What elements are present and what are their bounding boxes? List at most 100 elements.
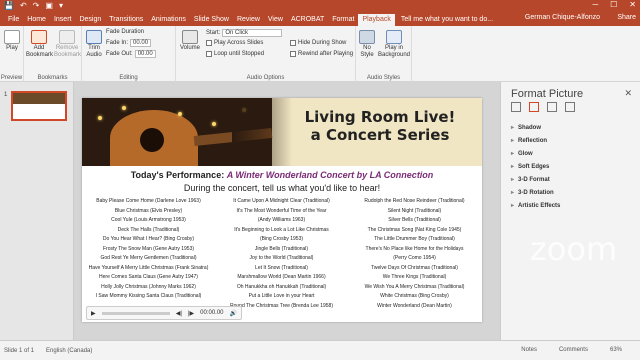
slide-title-line1: Living Room Live! [304, 108, 456, 126]
song-item: Baby Please Come Home (Darlene Love 1963… [96, 198, 201, 204]
tab-animations[interactable]: Animations [147, 14, 190, 26]
notes-button[interactable]: Notes [521, 347, 537, 353]
trim-icon [86, 30, 102, 44]
tab-design[interactable]: Design [75, 14, 105, 26]
play-background-label: Play in Background [378, 45, 411, 58]
share-button[interactable]: Share [617, 14, 636, 21]
tab-review[interactable]: Review [233, 14, 264, 26]
volume-button[interactable]: Volume [178, 30, 202, 52]
effect-section-label: Reflection [518, 138, 548, 144]
add-bookmark-button[interactable]: Add Bookmark [26, 30, 53, 59]
tab-transitions[interactable]: Transitions [105, 14, 147, 26]
hide-row[interactable]: Hide During Show [290, 40, 346, 46]
start-select[interactable]: On Click [222, 29, 283, 37]
tab-view[interactable]: View [264, 14, 287, 26]
song-item: God Rest Ye Merry Gentlemen (Traditional… [100, 255, 197, 261]
minimize-icon[interactable]: ─ [592, 0, 598, 9]
player-back-icon[interactable]: ◀| [176, 310, 182, 317]
fill-line-icon[interactable] [511, 102, 521, 112]
effect-section[interactable]: ▸ Artistic Effects [511, 200, 560, 213]
loop-checkbox[interactable] [206, 51, 212, 57]
effect-section[interactable]: ▸ Soft Edges [511, 161, 560, 174]
song-column-2: It Came Upon A Midnight Clear (Tradition… [215, 197, 348, 311]
tab-insert[interactable]: Insert [50, 14, 76, 26]
player-timeline[interactable] [101, 311, 170, 315]
slide-title-line2: a Concert Series [310, 126, 450, 144]
effects-icon[interactable] [529, 102, 539, 112]
tab-acrobat[interactable]: ACROBAT [287, 14, 328, 26]
undo-icon[interactable]: ↶ [20, 1, 27, 10]
comments-button[interactable]: Comments [559, 347, 588, 353]
effect-section[interactable]: ▸ 3-D Format [511, 174, 560, 187]
tab-home[interactable]: Home [23, 14, 50, 26]
slide-number: 1 [4, 92, 8, 98]
picture-icon[interactable] [565, 102, 575, 112]
slide-thumbnail[interactable] [11, 91, 67, 121]
user-name[interactable]: German Chique-Alfonzo [525, 14, 600, 21]
song-item: Cool Yule (Louis Armstrong 1953) [111, 217, 186, 223]
size-properties-icon[interactable] [547, 102, 557, 112]
status-bar: Slide 1 of 1 English (Canada) Notes Comm… [0, 340, 640, 360]
redo-icon[interactable]: ↷ [33, 1, 40, 10]
volume-icon [182, 30, 198, 44]
maximize-icon[interactable]: ☐ [610, 0, 617, 9]
no-style-button[interactable]: No Style [358, 30, 376, 59]
rewind-checkbox[interactable] [290, 51, 296, 57]
hide-label: Hide During Show [298, 40, 347, 46]
loop-label: Loop until Stopped [214, 51, 265, 57]
fade-in-label: Fade In: [106, 40, 129, 46]
remove-bookmark-button[interactable]: Remove Bookmark [54, 30, 81, 59]
player-forward-icon[interactable]: |▶ [188, 310, 194, 317]
rewind-label: Rewind after Playing [298, 51, 354, 57]
ribbon-tabs: File Home Insert Design Transitions Anim… [0, 12, 640, 26]
effect-section[interactable]: ▸ Glow [511, 148, 560, 161]
expand-arrow-icon: ▸ [511, 138, 515, 144]
zoom-level[interactable]: 63% [610, 347, 622, 353]
close-window-icon[interactable]: ✕ [629, 0, 636, 9]
tell-me-input[interactable]: Tell me what you want to do... [401, 14, 493, 26]
slide-canvas[interactable]: Living Room Live! a Concert Series Today… [82, 98, 482, 322]
song-item: There's No Place like Home for the Holid… [365, 245, 464, 252]
player-play-icon[interactable]: ▶ [91, 310, 96, 317]
tab-file[interactable]: File [4, 14, 23, 26]
tab-slide-show[interactable]: Slide Show [190, 14, 233, 26]
player-volume-icon[interactable]: 🔊 [230, 310, 237, 317]
save-icon[interactable]: 💾 [4, 1, 14, 10]
no-style-label: No Style [360, 45, 374, 58]
player-time: 00:00.00 [200, 310, 224, 316]
effect-section[interactable]: ▸ 3-D Rotation [511, 187, 560, 200]
tab-playback[interactable]: Playback [358, 14, 395, 26]
fade-in-row: Fade In: 00.00 [106, 39, 152, 47]
group-bookmarks: Add Bookmark Remove Bookmark Bookmarks [24, 26, 82, 82]
play-button[interactable]: Play [2, 30, 22, 52]
group-label: Bookmarks [37, 75, 68, 81]
close-pane-icon[interactable]: ✕ [624, 88, 632, 99]
trim-audio-button[interactable]: Trim Audio [84, 30, 104, 59]
group-editing: Trim Audio Fade Duration Fade In: 00.00 … [82, 26, 176, 82]
present-icon[interactable]: ▣ [45, 1, 53, 10]
song-item: (Andy Williams 1963) [257, 217, 306, 223]
effect-section-label: Soft Edges [518, 164, 550, 170]
play-in-background-button[interactable]: Play in Background [378, 30, 410, 59]
play-across-checkbox[interactable] [206, 40, 212, 46]
tab-format[interactable]: Format [328, 14, 358, 26]
group-label: Editing [119, 75, 138, 81]
play-across-row[interactable]: Play Across Slides [206, 40, 263, 46]
song-item: (Bing Crosby 1953) [259, 236, 304, 242]
song-item: Blue Christmas (Elvis Presley) [114, 207, 183, 214]
fade-out-input[interactable]: 00.00 [134, 50, 156, 58]
hide-checkbox[interactable] [290, 40, 296, 46]
song-item: It's The Most Wonderful Time of the Year [236, 207, 327, 214]
group-audio-options: Volume Start: On Click Play Across Slide… [176, 26, 356, 82]
loop-row[interactable]: Loop until Stopped [206, 51, 264, 57]
fade-out-row: Fade Out: 00.00 [106, 50, 156, 58]
language-indicator[interactable]: English (Canada) [46, 348, 92, 354]
customize-qat-icon[interactable]: ▾ [59, 1, 63, 10]
effect-section[interactable]: ▸ Shadow [511, 122, 560, 135]
effect-section-label: Shadow [518, 125, 542, 131]
rewind-row[interactable]: Rewind after Playing [290, 51, 353, 57]
effect-section[interactable]: ▸ Reflection [511, 135, 560, 148]
expand-arrow-icon: ▸ [511, 177, 515, 183]
fade-in-input[interactable]: 00.00 [130, 39, 152, 47]
start-row: Start: On Click [206, 29, 283, 37]
